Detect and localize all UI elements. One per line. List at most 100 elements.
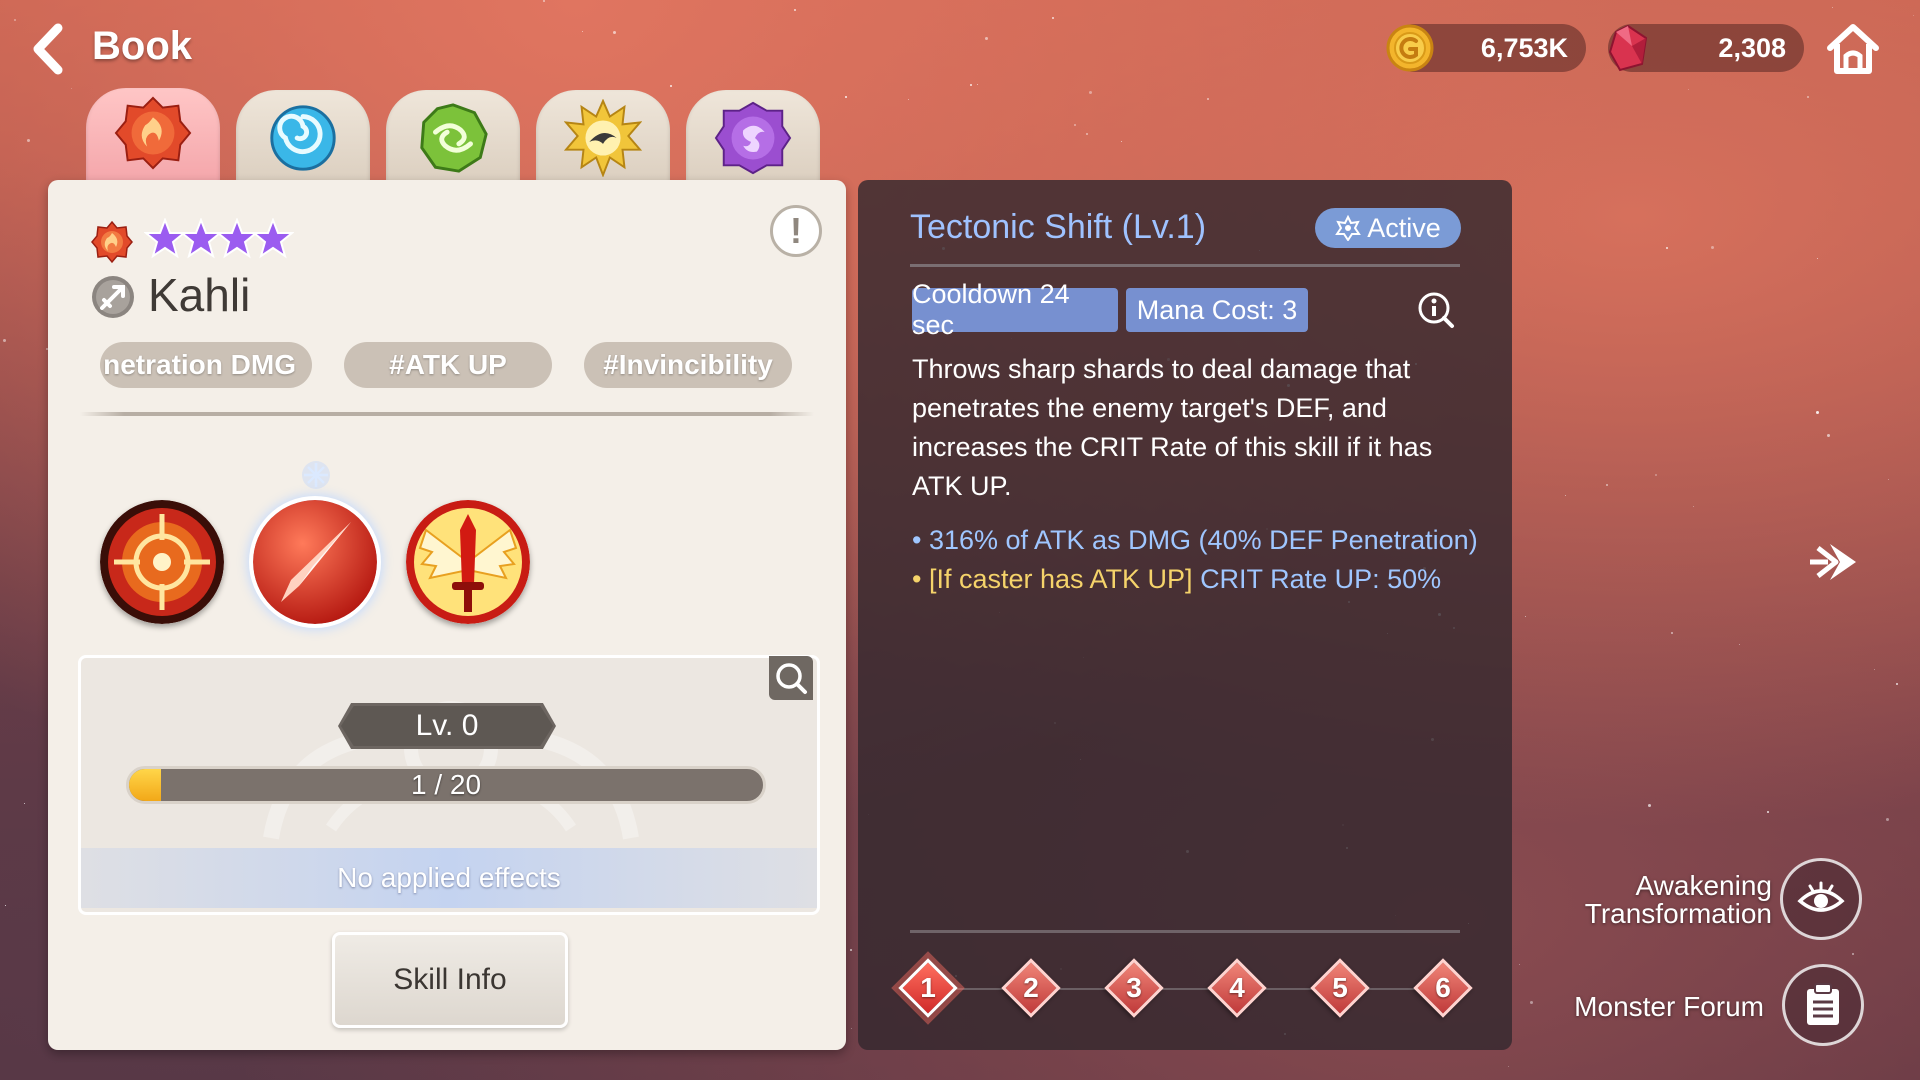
skill-title: Tectonic Shift (Lv.1) <box>910 208 1207 246</box>
effects-status: No applied effects <box>81 848 817 908</box>
background-star <box>908 99 909 100</box>
awakening-transformation-label: Awakening Transformation <box>1584 870 1772 929</box>
monster-name: Kahli <box>148 269 251 321</box>
background-star <box>1052 17 1054 19</box>
level-2-button[interactable]: 2 <box>1001 958 1061 1018</box>
active-skill-icon <box>1335 215 1362 241</box>
progress-text: 1 / 20 <box>410 769 482 800</box>
background-star <box>1832 7 1833 8</box>
tag-invincibility[interactable]: #Invincibility <box>584 342 792 388</box>
level-4-button[interactable]: 4 <box>1207 958 1267 1018</box>
background-star <box>1508 1066 1509 1067</box>
tag-penetration-dmg[interactable]: netration DMG <box>100 342 312 388</box>
info-icon[interactable] <box>1416 290 1456 330</box>
background-star <box>1827 434 1830 437</box>
background-star <box>970 84 972 86</box>
red-crystal-icon <box>1608 24 1648 72</box>
awakening-progress-bar: 1 / 20 <box>126 766 766 804</box>
background-star <box>794 9 796 11</box>
background-star <box>1525 616 1526 617</box>
level-6-button[interactable]: 6 <box>1413 958 1473 1018</box>
background-star <box>1655 474 1657 476</box>
background-star <box>845 96 847 98</box>
target-skill-icon <box>100 500 224 624</box>
background-star <box>1852 953 1854 955</box>
star-icon <box>252 218 294 259</box>
level-5-button[interactable]: 5 <box>1310 958 1370 1018</box>
gold-amount: 6,753K <box>1480 32 1568 63</box>
background-star <box>850 949 852 951</box>
awakening-transformation-button[interactable] <box>1780 858 1862 940</box>
next-arrow-icon[interactable] <box>1804 536 1864 588</box>
skill-effect-damage: • 316% of ATK as DMG (40% DEF Penetratio… <box>912 525 1478 555</box>
level-3-button[interactable]: 3 <box>1104 958 1164 1018</box>
background-star <box>1089 91 1092 94</box>
background-star <box>1519 964 1520 965</box>
skill-type-badge: Active <box>1315 208 1461 248</box>
background-star <box>14 19 16 21</box>
warning-info-button[interactable]: ! <box>770 205 822 257</box>
background-star <box>851 1028 852 1029</box>
fire-element-icon <box>114 96 192 170</box>
tag-atk-up[interactable]: #ATK UP <box>344 342 552 388</box>
home-icon[interactable] <box>1824 22 1882 76</box>
background-star <box>1913 15 1914 16</box>
light-element-icon <box>564 99 642 177</box>
skill-1-button[interactable] <box>100 500 224 624</box>
level-divider <box>910 930 1460 933</box>
monster-forum-button[interactable] <box>1782 964 1864 1046</box>
background-star <box>24 803 25 804</box>
background-star <box>1671 632 1673 634</box>
skill-info-button[interactable]: Skill Info <box>332 932 568 1028</box>
background-star <box>985 37 988 40</box>
clipboard-icon <box>1807 983 1839 1025</box>
background-star <box>1648 804 1651 807</box>
section-divider <box>80 412 814 416</box>
crystal-amount: 2,308 <box>1718 32 1786 63</box>
water-element-icon <box>270 105 336 171</box>
background-star <box>1888 479 1889 480</box>
background-star <box>1807 96 1809 98</box>
background-star <box>1121 141 1122 142</box>
background-star <box>1896 683 1898 685</box>
skill-3-button[interactable] <box>406 500 530 624</box>
background-star <box>543 0 545 2</box>
level-1-button[interactable]: 1 <box>898 958 958 1018</box>
background-star <box>1711 246 1714 249</box>
background-star <box>1817 258 1818 259</box>
star-rating <box>144 218 294 260</box>
monster-forum-label: Monster Forum <box>1574 991 1764 1022</box>
title-divider <box>910 264 1460 267</box>
gold-counter: 6,753K <box>1386 24 1586 72</box>
dark-element-icon <box>714 101 792 175</box>
background-star <box>1886 818 1889 821</box>
background-star <box>1739 644 1740 645</box>
wind-element-icon <box>420 103 488 173</box>
background-star <box>1565 495 1566 496</box>
background-star <box>670 85 672 87</box>
background-star <box>1816 411 1819 414</box>
level-badge: Lv. 0 <box>338 703 556 749</box>
background-star <box>582 31 583 32</box>
skill-description: Throws sharp shards to deal damage that … <box>912 354 1433 501</box>
skill-2-button[interactable] <box>253 500 377 624</box>
skill-effect-crit: • [If caster has ATK UP] CRIT Rate UP: 5… <box>912 564 1442 594</box>
magnify-button[interactable] <box>769 656 813 700</box>
attack-class-icon <box>92 276 134 318</box>
tab-fire[interactable] <box>86 88 220 192</box>
cooldown-pill: Cooldown 24 sec <box>912 279 1118 340</box>
page-title: Book <box>92 24 192 68</box>
background-star <box>1606 484 1608 486</box>
background-star <box>1074 124 1076 126</box>
background-star <box>1207 98 1209 100</box>
background-star <box>5 905 6 906</box>
background-star <box>613 31 616 34</box>
eye-icon <box>1797 881 1845 912</box>
background-star <box>1693 506 1694 507</box>
background-star <box>1688 89 1689 90</box>
background-star <box>1874 669 1875 670</box>
background-star <box>1666 247 1668 249</box>
back-arrow-icon[interactable] <box>28 22 68 76</box>
level-track <box>920 988 1450 990</box>
background-star <box>1767 811 1769 813</box>
